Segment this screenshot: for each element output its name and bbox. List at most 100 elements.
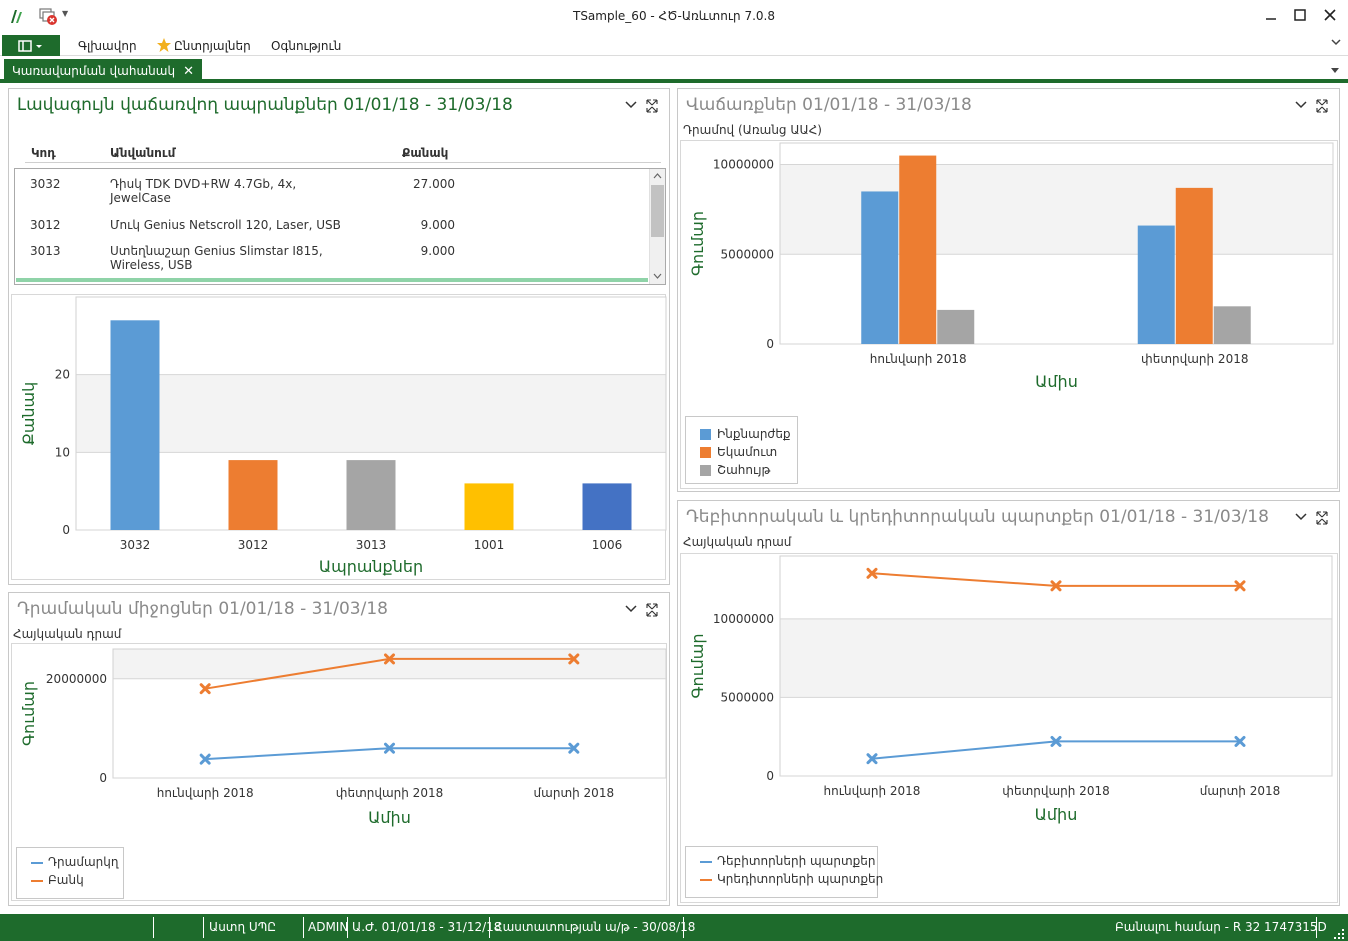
y-tick-label: 5000000 (721, 247, 774, 261)
debts-chart: 0 5000000 10000000 Գումար Ամիս հունվարի 2018 փ… (680, 553, 1338, 903)
maximize-button[interactable] (1285, 4, 1315, 26)
products-bar-chart: 0 10 20 Քանակ Ապրանքներ 3032 3012 3013 1001 1006 (19, 296, 667, 576)
cell-qty: 9.000 (420, 218, 455, 232)
panel-title: Վաճառքներ 01/01/18 - 31/03/18 (686, 95, 972, 115)
menu-favorites[interactable]: Ընտրյալներ (174, 39, 251, 53)
expand-panel-icon[interactable] (1316, 511, 1328, 525)
status-bar: Աստղ ՍՊԸ ADMIN Ա.Ժ. 01/01/18 - 31/12/18 … (0, 914, 1348, 941)
panel-controls (1295, 99, 1328, 113)
bar (464, 483, 514, 530)
cell-name: Մուկ Genius Netscroll 120, Laser, USB (110, 218, 341, 232)
collapse-chevron-icon[interactable] (625, 101, 637, 109)
sales-bar-chart: 0 5000000 10000000 Գումար Ամիս հունվարի 2018 փ… (688, 142, 1334, 391)
products-chart: 0 10 20 Քանակ Ապրանքներ 3032 3012 3013 1001 1006 (11, 294, 667, 580)
tab-list-dropdown-icon[interactable] (1330, 66, 1340, 74)
status-user[interactable]: ADMIN (308, 920, 348, 934)
bar (861, 191, 899, 344)
sales-panel: Վաճառքներ 01/01/18 - 31/03/18 Դրամով (Առ… (677, 88, 1340, 492)
x-axis-title: Ապրանքներ (319, 557, 423, 576)
close-tab-icon[interactable]: ✕ (183, 64, 194, 79)
status-separator (153, 917, 154, 938)
x-tick-label: մարտի 2018 (1200, 784, 1281, 798)
ribbon: Գլխավոր Ընտրյալներ Օգնություն (0, 32, 1348, 56)
y-tick-label: 0 (62, 523, 70, 537)
menu-help[interactable]: Օգնություն (271, 39, 341, 53)
debts-panel: Դեբիտորական և կրեդիտորական պարտքեր 01/01… (677, 500, 1340, 906)
x-tick-label: փետրվարի 2018 (1141, 352, 1248, 366)
collapse-chevron-icon[interactable] (1295, 513, 1307, 521)
tab-label: Կառավարման վահանակ (12, 64, 176, 78)
cell-name: Դիսկ TDK DVD+RW 4.7Gb, 4x, (110, 177, 297, 191)
cell-code: 3032 (30, 177, 61, 191)
cell-qty: 9.000 (420, 244, 455, 258)
cash-panel: Դրամական միջոցներ 01/01/18 - 31/03/18 Հա… (8, 592, 670, 906)
scroll-up-icon[interactable] (653, 172, 662, 179)
close-button[interactable] (1315, 4, 1345, 26)
status-separator (347, 917, 348, 938)
bar (1213, 306, 1251, 344)
bar (1175, 187, 1213, 344)
bar (899, 155, 937, 344)
products-table: 3032 Դիսկ TDK DVD+RW 4.7Gb, 4x, JewelCas… (14, 168, 666, 285)
status-separator (489, 917, 490, 938)
legend-swatch (700, 429, 711, 440)
col-header-code[interactable]: Կոդ (31, 146, 56, 160)
file-menu-icon (18, 40, 42, 52)
x-axis-title: Ամիս (1035, 805, 1078, 824)
file-menu-button[interactable] (2, 35, 60, 56)
bar (937, 309, 975, 344)
sales-chart: 0 5000000 10000000 Գումար Ամիս հունվարի 2018 փ… (680, 140, 1338, 489)
legend-item-cost: Ինքնարժեք (717, 427, 791, 441)
table-scrollbar[interactable] (649, 169, 665, 284)
expand-panel-icon[interactable] (1316, 99, 1328, 113)
bar (1137, 225, 1175, 344)
panel-subtitle: Հայկական դրամ (683, 535, 792, 549)
panel-controls (625, 99, 658, 113)
expand-panel-icon[interactable] (646, 603, 658, 617)
resize-grip-icon[interactable] (1333, 928, 1345, 940)
legend-item-income: Եկամուտ (717, 445, 778, 459)
y-axis-title: Գումար (19, 681, 38, 746)
bar (346, 460, 396, 530)
cash-chart: 0 20000000 Գումար Ամիս հունվարի 2018 փետրվարի… (11, 643, 667, 901)
grid-band (76, 374, 666, 453)
status-separator (683, 917, 684, 938)
col-header-qty[interactable]: Քանակ (402, 146, 448, 160)
panel-controls (625, 603, 658, 617)
minimize-button[interactable] (1256, 4, 1286, 26)
legend-swatch (700, 861, 712, 863)
legend-swatch (31, 880, 43, 882)
scroll-thumb[interactable] (651, 185, 664, 237)
menu-main[interactable]: Գլխավոր (78, 39, 137, 53)
ribbon-collapse-icon[interactable] (1330, 37, 1342, 47)
x-axis-title: Ամիս (1035, 372, 1078, 391)
document-tab-bar: Կառավարման վահանակ ✕ (0, 56, 1348, 83)
scroll-down-icon[interactable] (653, 273, 662, 280)
x-tick-label: 3032 (120, 538, 151, 552)
top-products-panel: Լավագույն վաճառվող ապրանքներ 01/01/18 - … (8, 88, 670, 585)
y-axis-title: Գումար (688, 633, 707, 698)
col-header-name[interactable]: Անվանում (110, 146, 175, 160)
legend-swatch (700, 879, 712, 881)
y-tick-label: 0 (766, 337, 774, 351)
status-separator (303, 917, 304, 938)
legend-item-bank: Բանկ (48, 873, 84, 887)
sales-legend: Ինքնարժեք Եկամուտ Շահույթ (685, 416, 798, 484)
x-tick-label: փետրվարի 2018 (1002, 784, 1109, 798)
expand-panel-icon[interactable] (646, 99, 658, 113)
collapse-chevron-icon[interactable] (625, 605, 637, 613)
cash-line-chart: 0 20000000 Գումար Ամիս հունվարի 2018 փետրվարի… (19, 648, 667, 827)
tab-dashboard[interactable]: Կառավարման վահանակ ✕ (4, 59, 202, 83)
status-confirm-date[interactable]: Հաստատության ա/թ - 30/08/18 (494, 920, 695, 934)
status-separator (1316, 917, 1317, 938)
legend-item-creditors: Կրեդիտորների պարտքեր (717, 872, 884, 886)
legend-swatch (700, 447, 711, 458)
status-license: Բանալու համար - R 32 1747315D (1115, 920, 1327, 934)
bar (228, 460, 278, 530)
row-selection-indicator (16, 278, 648, 282)
status-period[interactable]: Ա.Ժ. 01/01/18 - 31/12/18 (352, 920, 501, 934)
x-tick-label: փետրվարի 2018 (336, 786, 443, 800)
status-company[interactable]: Աստղ ՍՊԸ (209, 920, 276, 934)
collapse-chevron-icon[interactable] (1295, 101, 1307, 109)
star-icon (157, 38, 171, 52)
